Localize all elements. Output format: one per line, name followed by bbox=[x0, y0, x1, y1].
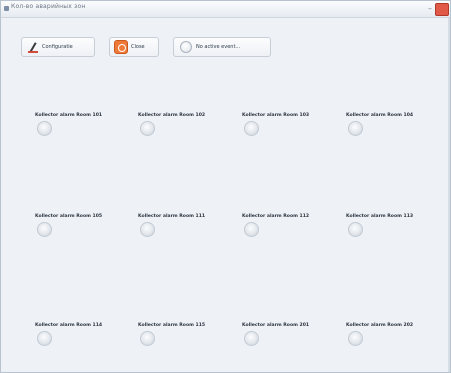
alarm-cell: Kollector alarm Room 111 bbox=[138, 214, 238, 254]
alarm-cell: Kollector alarm Room 115 bbox=[138, 323, 238, 363]
alarm-grid: Kollector alarm Room 101 Kollector alarm… bbox=[1, 1, 450, 372]
alarm-led-indicator[interactable] bbox=[244, 222, 259, 237]
alarm-cell: Kollector alarm Room 103 bbox=[242, 113, 342, 153]
alarm-label: Kollector alarm Room 103 bbox=[242, 113, 310, 118]
alarm-led-indicator[interactable] bbox=[37, 331, 52, 346]
alarm-label: Kollector alarm Room 202 bbox=[346, 323, 414, 328]
alarm-cell: Kollector alarm Room 202 bbox=[346, 323, 446, 363]
alarm-led-indicator[interactable] bbox=[348, 331, 363, 346]
right-border-edge bbox=[448, 18, 450, 372]
alarm-label: Kollector alarm Room 115 bbox=[138, 323, 206, 328]
alarm-cell: Kollector alarm Room 201 bbox=[242, 323, 342, 363]
alarm-label: Kollector alarm Room 104 bbox=[346, 113, 414, 118]
main-window: Кол-во аварийных зон – Configuratie Clos… bbox=[0, 0, 451, 373]
alarm-cell: Kollector alarm Room 112 bbox=[242, 214, 342, 254]
alarm-led-indicator[interactable] bbox=[140, 331, 155, 346]
alarm-led-indicator[interactable] bbox=[140, 121, 155, 136]
alarm-led-indicator[interactable] bbox=[140, 222, 155, 237]
alarm-cell: Kollector alarm Room 104 bbox=[346, 113, 446, 153]
alarm-led-indicator[interactable] bbox=[37, 121, 52, 136]
alarm-cell: Kollector alarm Room 105 bbox=[35, 214, 135, 254]
alarm-cell: Kollector alarm Room 101 bbox=[35, 113, 135, 153]
alarm-cell: Kollector alarm Room 102 bbox=[138, 113, 238, 153]
alarm-led-indicator[interactable] bbox=[244, 331, 259, 346]
alarm-led-indicator[interactable] bbox=[244, 121, 259, 136]
alarm-label: Kollector alarm Room 101 bbox=[35, 113, 103, 118]
alarm-led-indicator[interactable] bbox=[37, 222, 52, 237]
alarm-label: Kollector alarm Room 105 bbox=[35, 214, 103, 219]
alarm-label: Kollector alarm Room 113 bbox=[346, 214, 414, 219]
alarm-label: Kollector alarm Room 111 bbox=[138, 214, 206, 219]
alarm-led-indicator[interactable] bbox=[348, 121, 363, 136]
alarm-cell: Kollector alarm Room 113 bbox=[346, 214, 446, 254]
alarm-label: Kollector alarm Room 112 bbox=[242, 214, 310, 219]
alarm-cell: Kollector alarm Room 114 bbox=[35, 323, 135, 363]
alarm-label: Kollector alarm Room 102 bbox=[138, 113, 206, 118]
alarm-led-indicator[interactable] bbox=[348, 222, 363, 237]
alarm-label: Kollector alarm Room 114 bbox=[35, 323, 103, 328]
alarm-label: Kollector alarm Room 201 bbox=[242, 323, 310, 328]
